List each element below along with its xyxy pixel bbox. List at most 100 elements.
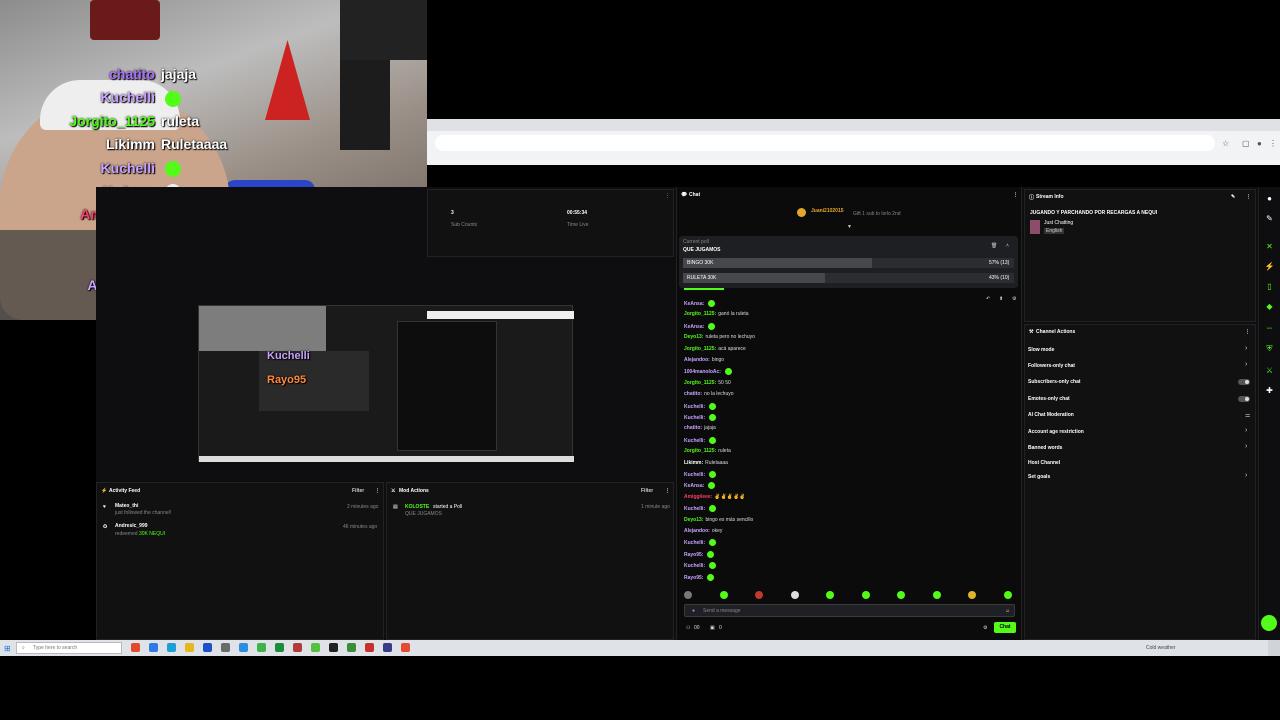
kick-logo-icon[interactable] (1261, 615, 1277, 631)
emote-icon[interactable] (968, 591, 976, 599)
channel-action-label[interactable]: Set goals (1028, 474, 1050, 480)
settings-icon[interactable]: ⚙ (1012, 296, 1016, 302)
chevron-up-icon[interactable]: ˄ (1006, 243, 1009, 249)
chevron-right-icon[interactable]: › (1245, 345, 1247, 352)
emote-icon[interactable] (719, 591, 728, 599)
toggle-switch[interactable] (1238, 379, 1250, 385)
activity-user[interactable]: Mateo_thi (115, 503, 138, 509)
chat-username[interactable]: Kuchelli: (684, 540, 705, 546)
phone-icon[interactable]: ▯ (1264, 281, 1275, 292)
emote-icon[interactable] (790, 591, 799, 599)
chat-input[interactable]: ● Send a message ☺ (684, 604, 1015, 617)
emote-icon[interactable] (897, 591, 905, 599)
emote-icon[interactable] (826, 591, 834, 599)
app-icon[interactable] (365, 643, 374, 652)
excel-icon[interactable] (275, 643, 284, 652)
edge-icon[interactable] (167, 643, 176, 652)
activity-user[interactable]: Andreslc_999 (115, 523, 148, 529)
folder-icon[interactable] (185, 643, 194, 652)
chat-username[interactable]: Kuchelli: (684, 403, 705, 409)
chevron-right-icon[interactable]: › (1245, 361, 1247, 368)
store-icon[interactable] (203, 643, 212, 652)
sword-icon[interactable]: ⚔ (1264, 365, 1275, 376)
panel-menu-icon[interactable]: ⋮ (375, 488, 380, 494)
chat-username[interactable]: Jorgito_1125: (684, 448, 716, 454)
emote-icon[interactable] (684, 591, 692, 599)
chat-username[interactable]: Kuchelli: (684, 415, 705, 421)
chat-username[interactable]: Rayo95: (684, 552, 703, 558)
chat-username[interactable]: KeAnsa: (684, 483, 704, 489)
extensions-icon[interactable]: ▢ (1242, 139, 1250, 148)
chat-username[interactable]: Jorgito_1125: (684, 311, 716, 317)
chat-username[interactable]: Deyo13: (684, 334, 703, 340)
chat-username[interactable]: Jorgito_1125: (684, 380, 716, 386)
chrome-icon[interactable] (257, 643, 266, 652)
obs-icon[interactable] (329, 643, 338, 652)
mod-user[interactable]: KOLOSTE (405, 504, 429, 510)
app-icon[interactable] (293, 643, 302, 652)
emote-icon[interactable] (861, 591, 870, 599)
panel-menu-icon[interactable]: ⋮ (665, 488, 670, 494)
panel-menu-icon[interactable]: ⋮ (665, 193, 670, 199)
settings-icon[interactable]: ⚌ (1245, 412, 1250, 419)
channel-action-label[interactable]: Emotes-only chat (1028, 396, 1070, 402)
emote-icon[interactable] (1003, 591, 1012, 599)
channel-action-label[interactable]: Followers-only chat (1028, 363, 1075, 369)
channel-action-label[interactable]: Host Channel (1028, 460, 1060, 466)
chat-username[interactable]: KeAnsa: (684, 324, 704, 330)
pinned-user[interactable]: Juani2102015 (811, 208, 844, 214)
info-icon[interactable]: ● (1264, 193, 1275, 204)
channel-action-label[interactable]: Banned words (1028, 445, 1062, 451)
windows-start-icon[interactable]: ⊞ (4, 644, 11, 653)
chat-username[interactable]: Rayo95: (684, 574, 703, 580)
weather-text[interactable]: Cold weather (1146, 645, 1175, 651)
edit-icon[interactable]: ✎ (1264, 213, 1275, 224)
chevron-right-icon[interactable]: › (1245, 443, 1247, 450)
panel-menu-icon[interactable]: ⋮ (1245, 329, 1250, 335)
app-icon[interactable] (383, 643, 392, 652)
toggle-switch[interactable] (1238, 396, 1250, 402)
chat-username[interactable]: Kuchelli: (684, 506, 705, 512)
channel-action-label[interactable]: Account age restriction (1028, 429, 1084, 435)
panel-menu-icon[interactable]: ⋮ (1246, 194, 1251, 200)
channel-action-label[interactable]: Slow mode (1028, 347, 1054, 353)
app-icon[interactable] (131, 643, 140, 652)
chat-username[interactable]: chatito: (684, 391, 702, 397)
chat-username[interactable]: Deyo13: (684, 517, 703, 523)
chat-username[interactable]: Amiggiieee: (684, 494, 712, 500)
chevron-right-icon[interactable]: › (1245, 472, 1247, 479)
chat-username[interactable]: Alejandoo: (684, 528, 710, 534)
chevron-down-icon[interactable]: ▼ (847, 224, 852, 230)
chat-username[interactable]: Jorgito_1125: (684, 346, 716, 352)
menu-icon[interactable]: ⋮ (1269, 139, 1277, 148)
chat-username[interactable]: KeAnsa: (684, 301, 704, 307)
chat-username[interactable]: Kuchelli: (684, 472, 705, 478)
kick-icon[interactable] (311, 643, 320, 652)
chat-username[interactable]: chatito: (684, 425, 702, 431)
chat-username[interactable]: Kuchelli: (684, 563, 705, 569)
pin-icon[interactable]: ⬍ (999, 296, 1003, 302)
emote-icon[interactable] (932, 591, 941, 599)
send-button[interactable]: Chat (994, 622, 1016, 633)
mic-icon[interactable]: ● (692, 608, 695, 614)
undo-icon[interactable]: ↶ (986, 296, 990, 302)
chevron-right-icon[interactable]: › (1245, 427, 1247, 434)
shield-icon[interactable]: ⛨ (1264, 343, 1275, 354)
plus-icon[interactable]: ✚ (1264, 385, 1275, 396)
star-icon[interactable]: ☆ (1222, 139, 1229, 148)
emoji-icon[interactable]: ☺ (1005, 608, 1010, 614)
mail-icon[interactable] (239, 643, 248, 652)
taskbar-search[interactable]: ⌕ Type here to search (16, 642, 122, 654)
app-icon[interactable] (347, 643, 356, 652)
notification-area[interactable] (1268, 640, 1280, 656)
channel-action-label[interactable]: AI Chat Moderation (1028, 412, 1074, 418)
gear-icon[interactable]: ⚙ (983, 625, 987, 631)
link-icon[interactable]: ⇔ (1264, 322, 1275, 333)
filter-button[interactable]: Filter (641, 488, 653, 494)
chat-bubble-icon[interactable]: ◆ (1264, 301, 1275, 312)
app-icon[interactable] (401, 643, 410, 652)
app-icon[interactable] (221, 643, 230, 652)
chat-username[interactable]: Likimm: (684, 460, 703, 466)
edit-icon[interactable]: ✎ (1231, 194, 1235, 200)
lightning-icon[interactable]: ⚡ (1264, 261, 1275, 272)
